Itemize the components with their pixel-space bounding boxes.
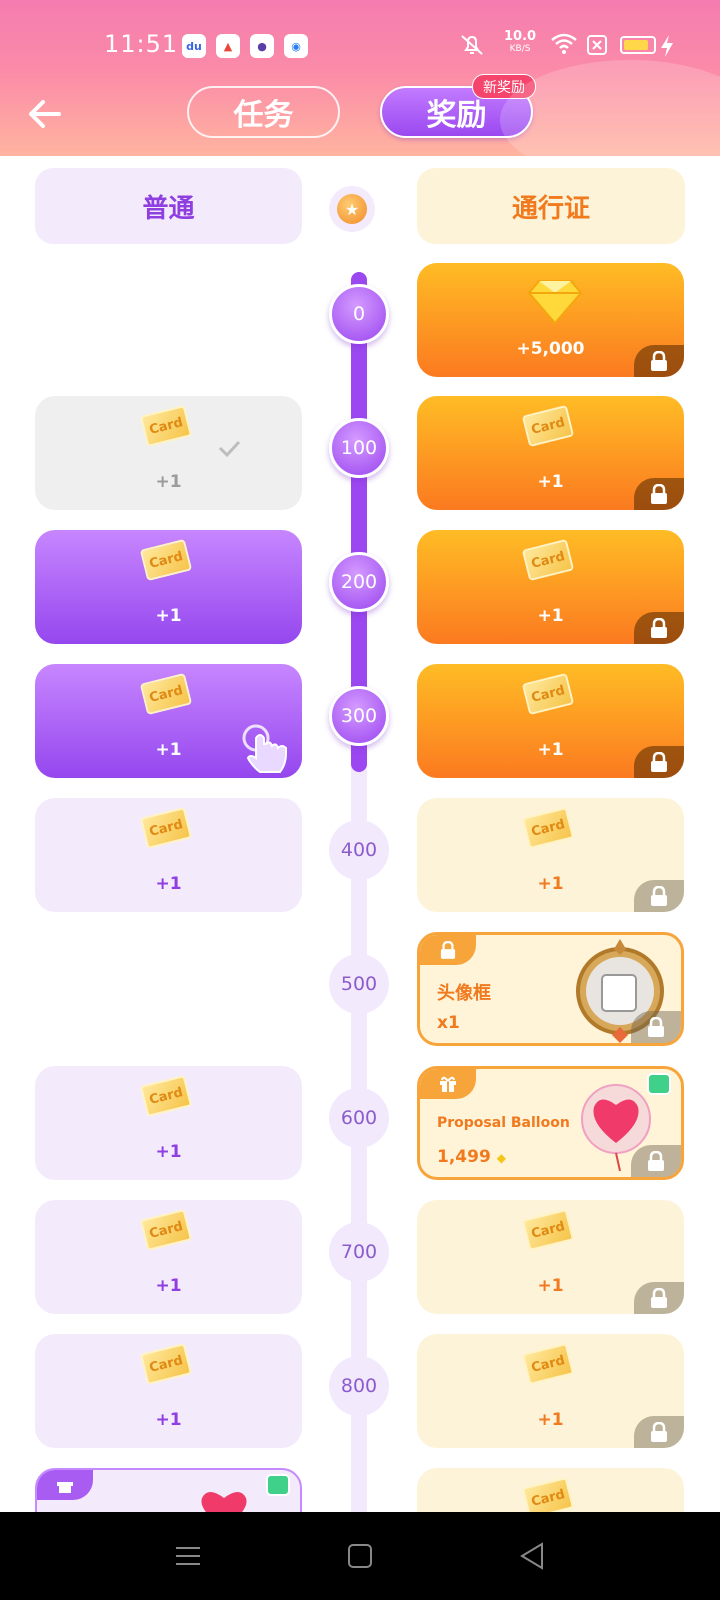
reward-title: 头像框 — [437, 983, 491, 1004]
tap-hand-icon — [242, 724, 287, 773]
home-icon[interactable] — [344, 1540, 376, 1572]
level-node: 100 — [329, 418, 389, 478]
system-navigation-bar — [0, 1512, 720, 1600]
reward-title: Proposal Balloon — [437, 1115, 570, 1131]
heart-balloon-icon — [201, 1492, 247, 1512]
column-pass-header: 通行证 — [417, 168, 685, 244]
card-ticket-icon: Card — [139, 806, 197, 852]
reward-amount: +1 — [155, 1276, 182, 1296]
card-ticket-icon: Card — [139, 404, 197, 450]
card-ticket-icon: Card — [521, 1342, 579, 1388]
level-node: 0 — [329, 284, 389, 344]
star-badge-icon: ★ — [329, 186, 375, 232]
reward-quantity: x1 — [437, 1013, 460, 1033]
lock-icon — [634, 1282, 684, 1314]
normal-reward-gift-card[interactable] — [35, 1468, 302, 1512]
card-ticket-icon: Card — [139, 672, 197, 718]
gift-icon — [420, 1069, 476, 1099]
level-node: 400 — [329, 820, 389, 880]
level-node: 700 — [329, 1222, 389, 1282]
card-ticket-icon: Card — [521, 1208, 579, 1254]
pass-reward-card[interactable]: Card +1 — [417, 664, 684, 778]
network-speed: 10.0 KB/S — [504, 29, 537, 54]
normal-reward-card-claimable[interactable]: Card +1 — [35, 530, 302, 644]
level-node: 600 — [329, 1088, 389, 1148]
lock-icon — [631, 1145, 681, 1177]
pass-reward-card[interactable]: Card +1 — [417, 798, 684, 912]
column-normal-header: 普通 — [35, 168, 302, 244]
level-node: 200 — [329, 552, 389, 612]
bag-badge-icon — [266, 1474, 290, 1496]
reward-amount: +1 — [155, 874, 182, 894]
normal-reward-card[interactable]: Card +1 — [35, 1334, 302, 1448]
normal-reward-card-claimable[interactable]: Card +1 — [35, 664, 302, 778]
diamond-icon — [527, 280, 583, 325]
menu-icon[interactable] — [172, 1540, 204, 1572]
pass-reward-card[interactable]: +5,000 — [417, 263, 684, 377]
back-button[interactable] — [24, 94, 64, 134]
no-sim-icon — [587, 35, 607, 55]
normal-reward-card[interactable]: Card +1 — [35, 798, 302, 912]
arrow-left-icon — [29, 100, 61, 128]
header: 11:51 du ▲ ● ◉ 10.0 KB/S 任务 奖励 新奖励 — [0, 0, 720, 156]
pass-reward-card[interactable]: Card +1 — [417, 1200, 684, 1314]
diamond-small-icon: ◆ — [496, 1151, 506, 1165]
normal-reward-card-claimed[interactable]: Card +1 — [35, 396, 302, 510]
tab-tasks[interactable]: 任务 — [187, 86, 340, 138]
back-triangle-icon[interactable] — [516, 1540, 548, 1572]
card-ticket-icon: Card — [521, 1476, 579, 1512]
reward-amount: +1 — [155, 1142, 182, 1162]
normal-reward-card[interactable]: Card +1 — [35, 1066, 302, 1180]
baidu-app-icon: du — [182, 34, 206, 58]
lock-icon — [634, 746, 684, 778]
card-ticket-icon: Card — [521, 404, 579, 450]
new-reward-badge: 新奖励 — [472, 74, 536, 99]
card-ticket-icon: Card — [139, 538, 197, 584]
reward-amount: +1 — [155, 606, 182, 626]
level-node: 500 — [329, 954, 389, 1014]
lock-icon — [634, 345, 684, 377]
battery-icon — [620, 36, 656, 54]
wifi-icon — [551, 33, 577, 54]
game-app-icon: ▲ — [216, 34, 240, 58]
pass-reward-card[interactable]: Card +1 — [417, 1334, 684, 1448]
lock-icon — [634, 612, 684, 644]
level-node: 800 — [329, 1356, 389, 1416]
card-ticket-icon: Card — [139, 1208, 197, 1254]
reward-price: 1,499 ◆ — [437, 1147, 506, 1167]
lock-icon — [634, 880, 684, 912]
lock-badge-icon — [420, 935, 476, 965]
pass-reward-card[interactable]: Card — [417, 1468, 684, 1512]
charging-icon — [661, 35, 673, 57]
mute-bell-icon — [461, 35, 483, 55]
card-ticket-icon: Card — [139, 1342, 197, 1388]
normal-reward-card[interactable]: Card +1 — [35, 1200, 302, 1314]
reward-amount: +1 — [155, 472, 182, 492]
reward-amount: +1 — [155, 1410, 182, 1430]
gift-icon — [37, 1470, 93, 1500]
pass-reward-card[interactable]: Card +1 — [417, 396, 684, 510]
browser-app-icon: ◉ — [284, 34, 308, 58]
pass-reward-gift-card[interactable]: Proposal Balloon 1,499 ◆ — [417, 1066, 684, 1180]
card-ticket-icon: Card — [521, 538, 579, 584]
lock-icon — [634, 1416, 684, 1448]
clock: 11:51 — [104, 30, 179, 58]
card-ticket-icon: Card — [521, 806, 579, 852]
check-icon — [218, 440, 241, 458]
status-bar: 11:51 du ▲ ● ◉ 10.0 KB/S — [0, 26, 720, 66]
level-node: 300 — [329, 686, 389, 746]
card-ticket-icon: Card — [521, 672, 579, 718]
reward-track-list[interactable]: 普通 ★ 通行证 0 100 200 300 400 500 600 700 8… — [0, 156, 720, 1512]
pass-reward-card[interactable]: Card +1 — [417, 530, 684, 644]
pass-reward-avatar-frame-card[interactable]: 头像框 x1 — [417, 932, 684, 1046]
lock-icon — [634, 478, 684, 510]
card-ticket-icon: Card — [139, 1074, 197, 1120]
moon-app-icon: ● — [250, 34, 274, 58]
lock-icon — [631, 1011, 681, 1043]
